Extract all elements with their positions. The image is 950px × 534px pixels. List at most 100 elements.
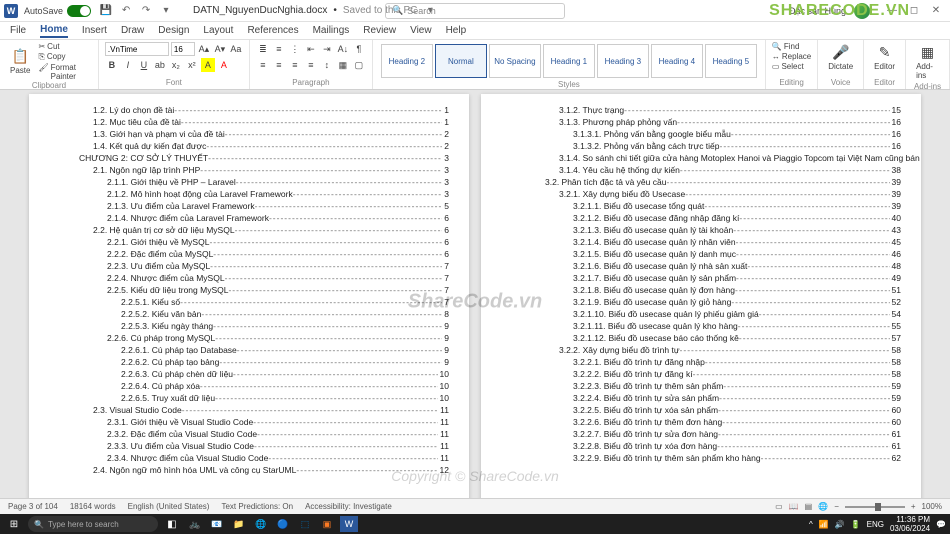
subscript-button[interactable]: x₂ [169,58,183,72]
strike-button[interactable]: ab [153,58,167,72]
dictate-button[interactable]: 🎤Dictate [824,42,857,73]
zoom-level[interactable]: 100% [922,502,942,511]
font-name-select[interactable]: .VnTime [105,42,169,56]
format-painter-button[interactable]: 🖌 Format Painter [38,63,91,81]
style-heading-1[interactable]: Heading 1 [543,44,595,78]
editor-button[interactable]: ✎Editor [870,42,899,73]
superscript-button[interactable]: x² [185,58,199,72]
underline-button[interactable]: U [137,58,151,72]
language-tray[interactable]: ENG [867,520,884,529]
clock-date[interactable]: 03/06/2024 [890,524,930,533]
tab-mailings[interactable]: Mailings [313,25,350,36]
tab-design[interactable]: Design [158,25,189,36]
addins-button[interactable]: ▦Add-ins [912,42,943,82]
tab-layout[interactable]: Layout [203,25,233,36]
print-layout-icon[interactable]: ▤ [805,502,813,511]
align-center-icon[interactable]: ≡ [272,58,286,72]
italic-button[interactable]: I [121,58,135,72]
close-icon[interactable]: ✕ [926,5,946,16]
taskbar-search[interactable]: 🔍 Type here to search [28,516,158,532]
task-view-icon[interactable]: ◧ [162,516,182,532]
styles-gallery[interactable]: Heading 2NormalNo SpacingHeading 1Headin… [379,42,759,80]
taskbar-chrome[interactable]: 🔵 [274,516,292,532]
start-button[interactable]: ⊞ [4,516,24,532]
highlight-icon[interactable]: A [201,58,215,72]
style-normal[interactable]: Normal [435,44,487,78]
select-button[interactable]: ▭ Select [772,62,811,71]
page-right[interactable]: 3.1.2. Thực trạng ----------------------… [481,94,921,510]
tab-review[interactable]: Review [363,25,396,36]
tab-home[interactable]: Home [40,24,68,38]
font-size-select[interactable]: 16 [171,42,195,56]
search-input[interactable]: 🔍 Search [385,3,565,19]
align-left-icon[interactable]: ≡ [256,58,270,72]
taskbar-xampp[interactable]: ▣ [318,516,336,532]
find-button[interactable]: 🔍 Find [772,42,811,51]
toggle-switch-icon[interactable] [67,5,91,17]
bold-button[interactable]: B [105,58,119,72]
volume-icon[interactable]: 🔊 [835,520,845,529]
zoom-in-icon[interactable]: + [911,502,916,511]
text-predictions[interactable]: Text Predictions: On [221,502,293,511]
bullets-icon[interactable]: ≣ [256,42,270,56]
multilevel-icon[interactable]: ⋮ [288,42,302,56]
editing-label: Editing [772,78,811,87]
zoom-out-icon[interactable]: − [834,502,839,511]
style-heading-4[interactable]: Heading 4 [651,44,703,78]
undo-icon[interactable]: ↶ [119,4,133,18]
redo-icon[interactable]: ↷ [139,4,153,18]
taskbar-word[interactable]: W [340,516,358,532]
battery-icon[interactable]: 🔋 [851,520,861,529]
focus-mode-icon[interactable]: ▭ [775,502,783,511]
increase-indent-icon[interactable]: ⇥ [320,42,334,56]
tab-help[interactable]: Help [446,25,467,36]
taskbar-app-2[interactable]: 📧 [208,516,226,532]
taskbar-app-1[interactable]: 🚲 [186,516,204,532]
style-heading-5[interactable]: Heading 5 [705,44,757,78]
word-count[interactable]: 18164 words [70,502,116,511]
taskbar-edge[interactable]: 🌐 [252,516,270,532]
wifi-icon[interactable]: 📶 [819,520,829,529]
align-right-icon[interactable]: ≡ [288,58,302,72]
qat-dropdown-icon[interactable]: ▾ [159,4,173,18]
toc-line: 3.1.3.2. Phỏng vấn bằng cách trực tiếp -… [521,140,901,152]
save-icon[interactable]: 💾 [99,4,113,18]
zoom-slider[interactable] [845,506,905,508]
cut-button[interactable]: ✂ Cut [38,42,91,51]
language-indicator[interactable]: English (United States) [128,502,210,511]
page-indicator[interactable]: Page 3 of 104 [8,502,58,511]
change-case-icon[interactable]: Aa [229,42,243,56]
style-heading-3[interactable]: Heading 3 [597,44,649,78]
autosave-toggle[interactable]: AutoSave [24,5,91,17]
tray-chevron-icon[interactable]: ^ [809,520,813,529]
accessibility[interactable]: Accessibility: Investigate [305,502,392,511]
tab-file[interactable]: File [10,25,26,36]
taskbar-explorer[interactable]: 📁 [230,516,248,532]
page-left[interactable]: 1.2. Lý do chọn đề tài -----------------… [29,94,469,510]
numbering-icon[interactable]: ≡ [272,42,286,56]
tab-insert[interactable]: Insert [82,25,107,36]
clock-time[interactable]: 11:36 PM [890,515,930,524]
notifications-icon[interactable]: 💬 [936,520,946,529]
sort-icon[interactable]: A↓ [336,42,350,56]
line-spacing-icon[interactable]: ↕ [320,58,334,72]
replace-button[interactable]: ↔ Replace [772,52,811,61]
shrink-font-icon[interactable]: A▾ [213,42,227,56]
web-layout-icon[interactable]: 🌐 [818,502,828,511]
style-no-spacing[interactable]: No Spacing [489,44,541,78]
copy-button[interactable]: ⎘ Copy [38,52,91,62]
style-heading-2[interactable]: Heading 2 [381,44,433,78]
paste-button[interactable]: 📋Paste [6,46,34,77]
read-mode-icon[interactable]: 📖 [789,502,799,511]
show-marks-icon[interactable]: ¶ [352,42,366,56]
font-color-icon[interactable]: A [217,58,231,72]
decrease-indent-icon[interactable]: ⇤ [304,42,318,56]
tab-draw[interactable]: Draw [121,25,144,36]
shading-icon[interactable]: ▦ [336,58,350,72]
justify-icon[interactable]: ≡ [304,58,318,72]
borders-icon[interactable]: ▢ [352,58,366,72]
tab-references[interactable]: References [247,25,298,36]
grow-font-icon[interactable]: A▴ [197,42,211,56]
tab-view[interactable]: View [410,25,432,36]
taskbar-vscode[interactable]: ⬚ [296,516,314,532]
